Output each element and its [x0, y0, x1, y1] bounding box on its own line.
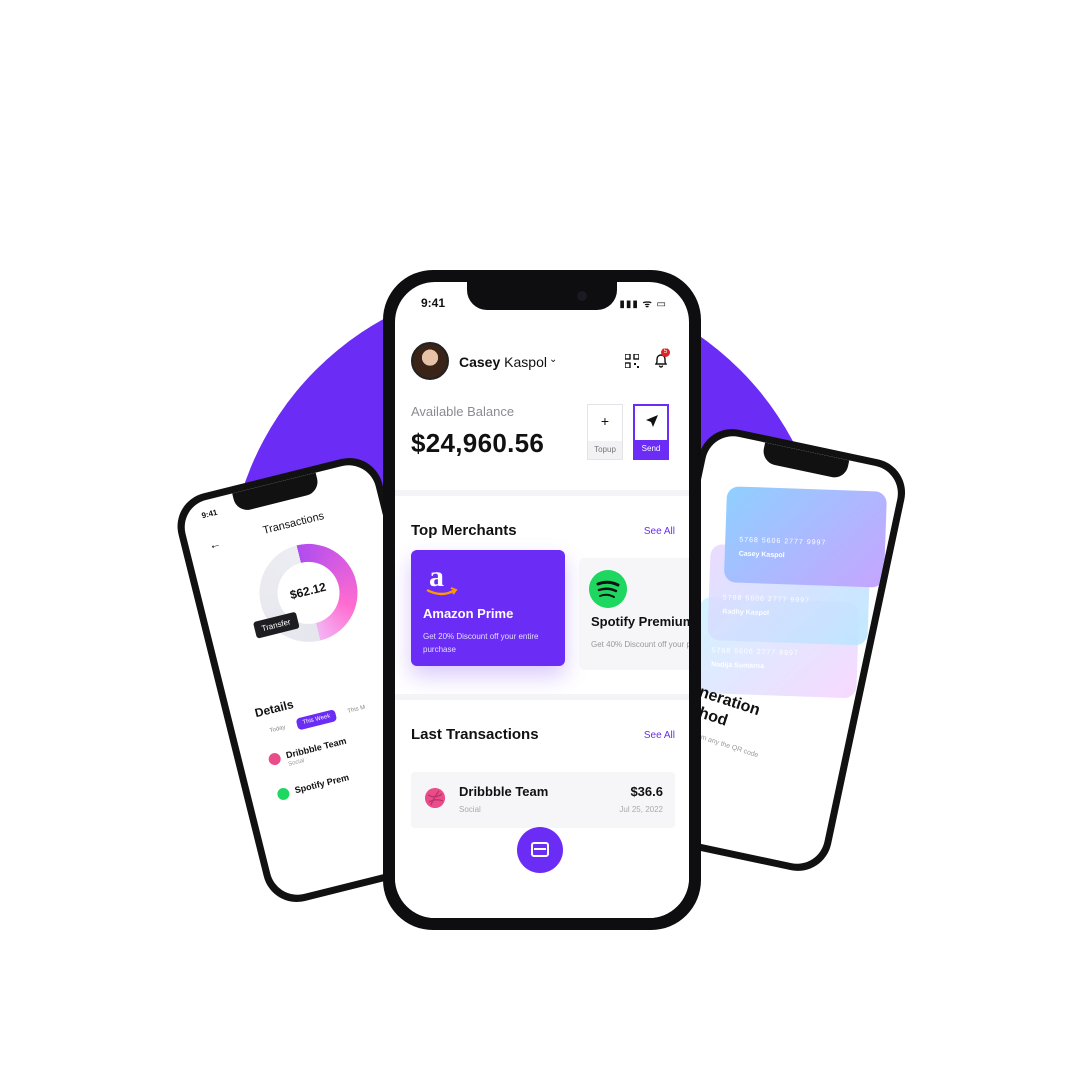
- camera-icon: [577, 291, 587, 301]
- card-holder: Nadija Sumarna: [711, 661, 765, 671]
- merchant-name: Amazon Prime: [423, 606, 514, 621]
- chevron-down-icon[interactable]: ⌄: [549, 354, 557, 365]
- list-item[interactable]: Spotify Prem: [276, 772, 350, 802]
- balance-label: Available Balance: [411, 404, 515, 419]
- notification-badge: 5: [661, 348, 670, 357]
- card-number: 5768 5606 2777 9997: [711, 647, 799, 658]
- status-time: 9:41: [421, 296, 446, 310]
- plus-icon: +: [600, 413, 610, 429]
- user-name[interactable]: Casey Kaspol: [459, 354, 547, 370]
- status-icons: ▮▮▮ ᯤ ▭: [619, 299, 667, 310]
- svg-text:a: a: [429, 560, 444, 593]
- card-primary[interactable]: 5768 5606 2777 9997 Casey Kaspol: [723, 486, 888, 588]
- send-label: Send: [635, 440, 667, 458]
- chip-this-month[interactable]: This M: [340, 700, 372, 719]
- transaction-name: Dribbble Team: [459, 784, 549, 799]
- transactions-see-all-link[interactable]: See All: [644, 730, 675, 741]
- transaction-category: Social: [459, 805, 481, 814]
- merchant-description: Get 40% Discount off your purchase: [591, 640, 689, 649]
- spotify-icon: [276, 786, 291, 802]
- card-number: 5768 5606 2777 9997: [739, 536, 827, 547]
- balance-value: $24,960.56: [411, 428, 545, 458]
- top-merchants-title: Top Merchants: [411, 522, 517, 539]
- transaction-date: Jul 25, 2022: [619, 805, 663, 814]
- avatar[interactable]: [411, 342, 449, 380]
- list-item[interactable]: Dribbble Team Social: [267, 735, 349, 772]
- last-transactions-title: Last Transactions: [411, 726, 539, 743]
- merchant-description: Get 20% Discount off your entire purchas…: [423, 632, 539, 654]
- left-status-time: 9:41: [200, 507, 219, 521]
- topup-button[interactable]: + Topup: [587, 404, 623, 460]
- chip-this-week[interactable]: This Week: [295, 709, 338, 731]
- topup-label: Topup: [588, 441, 622, 459]
- section-divider: [395, 490, 689, 496]
- left-page-title: Transactions: [261, 510, 326, 537]
- send-button[interactable]: Send: [633, 404, 669, 460]
- dribbble-icon: [267, 751, 282, 767]
- transaction-amount: $36.6: [630, 784, 663, 799]
- card-number: 5768 5606 2777 9997: [722, 594, 811, 605]
- card-holder: Casey Kaspol: [738, 550, 785, 560]
- user-last-name: Kaspol: [500, 354, 547, 370]
- merchant-name: Spotify Premium: [591, 614, 689, 629]
- merchants-see-all-link[interactable]: See All: [644, 526, 675, 537]
- card-holder: Radhy Kaspol: [722, 608, 770, 618]
- send-icon: [646, 415, 658, 427]
- details-title: Details: [253, 697, 295, 721]
- transaction-row[interactable]: Dribbble Team Social $36.6 Jul 25, 2022: [411, 772, 675, 828]
- user-first-name: Casey: [459, 354, 501, 370]
- main-phone: 9:41 ▮▮▮ ᯤ ▭ Casey Kaspol ⌄ 5 Available …: [383, 270, 701, 930]
- amazon-logo-icon: a: [426, 560, 458, 596]
- right-phone-notch: [760, 442, 850, 480]
- list-item-name: Spotify Prem: [293, 772, 350, 796]
- merchant-card-spotify[interactable]: Spotify Premium Get 40% Discount off you…: [579, 558, 689, 670]
- merchant-card-amazon[interactable]: a Amazon Prime Get 20% Discount off your…: [411, 550, 565, 666]
- main-phone-notch: [467, 282, 617, 310]
- chip-today[interactable]: Today: [263, 720, 293, 738]
- spotify-logo-icon: [589, 570, 627, 608]
- back-arrow-icon[interactable]: ←: [207, 536, 222, 552]
- donut-value: $62.12: [288, 579, 328, 603]
- wallet-icon: [531, 842, 549, 857]
- qr-code-icon[interactable]: [625, 354, 639, 368]
- dribbble-icon: [425, 788, 445, 808]
- main-phone-screen: 9:41 ▮▮▮ ᯤ ▭ Casey Kaspol ⌄ 5 Available …: [395, 282, 689, 918]
- section-divider: [395, 694, 689, 700]
- wallet-fab-button[interactable]: [517, 827, 563, 873]
